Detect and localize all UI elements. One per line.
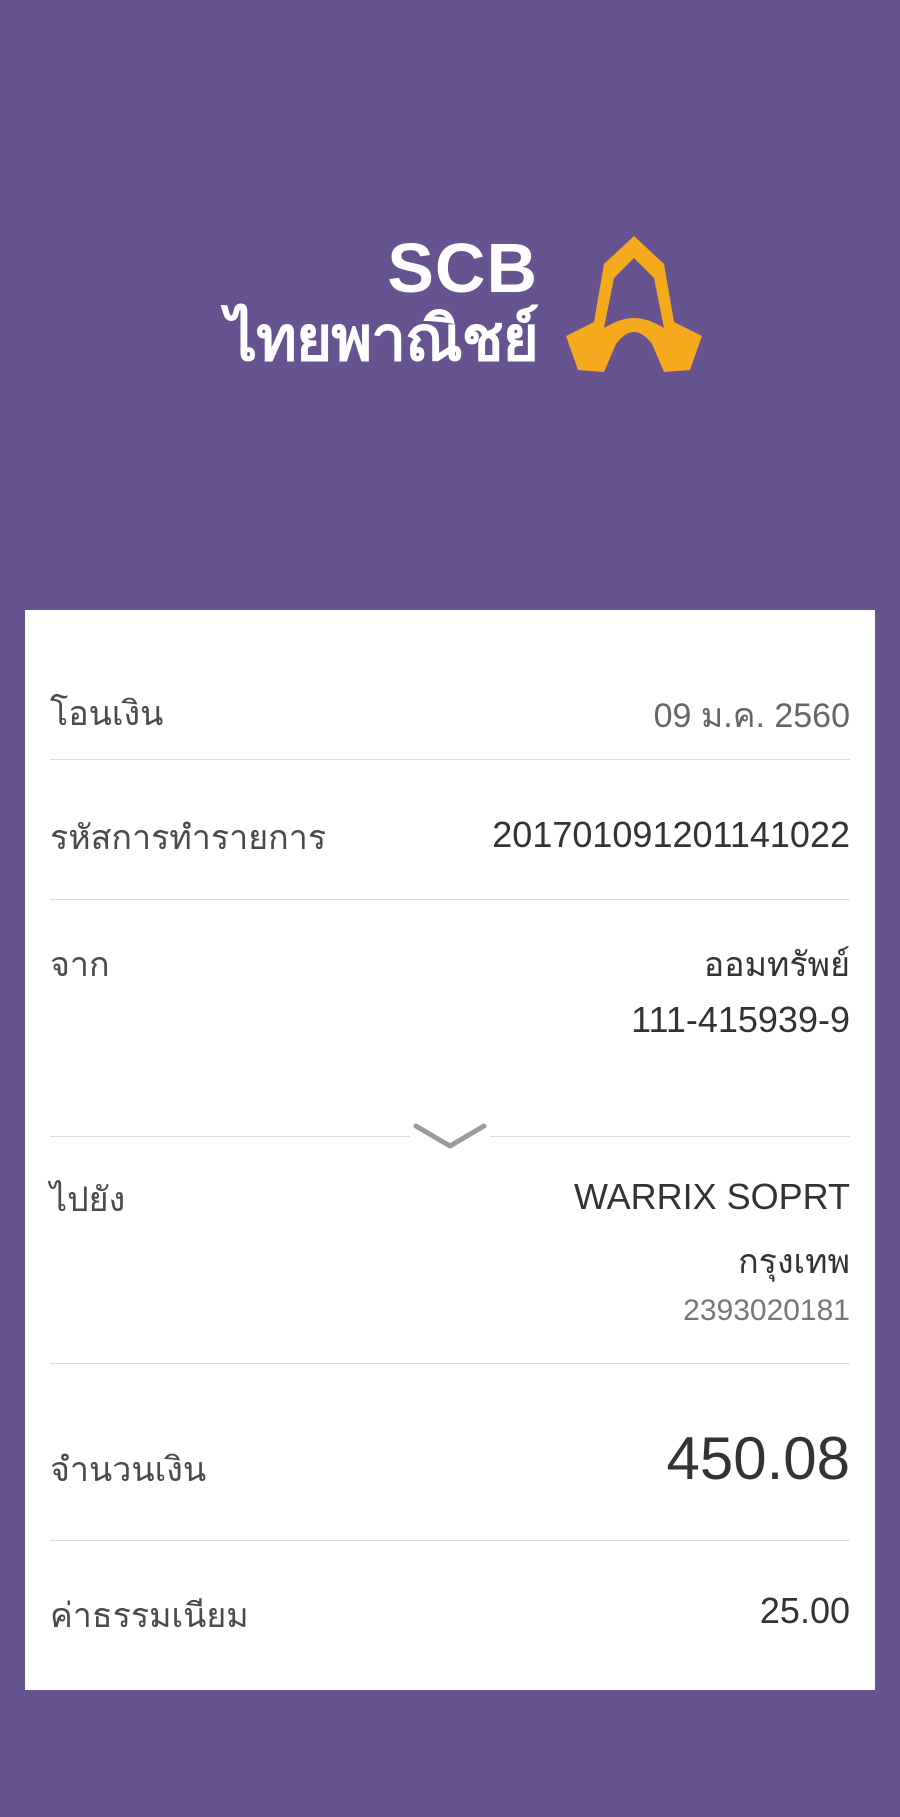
to-label: ไปยัง [50,1180,126,1220]
amount-label: จำนวนเงิน [50,1450,207,1490]
amount-value: 450.08 [666,1425,850,1492]
divider [50,899,850,900]
receipt-card: โอนเงิน 09 ม.ค. 2560 รหัสการทำรายการ 201… [25,610,875,1690]
row-from: จาก ออมทรัพย์ 111-415939-9 [50,935,850,1065]
row-fee: ค่าธรรมเนียม 25.00 [50,1580,850,1640]
divider [50,759,850,760]
scb-emblem-icon [566,236,702,372]
logo-scb: SCB [387,229,538,307]
from-account-type: ออมทรัพย์ [703,945,850,985]
to-bank: กรุงเทพ [738,1242,850,1282]
from-account-number: 111-415939-9 [631,999,850,1040]
row-transaction-type: โอนเงิน 09 ม.ค. 2560 [50,680,850,740]
transaction-type-label: โอนเงิน [50,694,164,734]
row-to: ไปยัง WARRIX SOPRT กรุงเทพ 2393020181 [50,1170,850,1340]
fee-label: ค่าธรรมเนียม [50,1596,249,1636]
fee-value: 25.00 [759,1590,850,1631]
logo-text: SCB ไทยพาณิชย์ [226,229,539,375]
header-logo: SCB ไทยพาณิชย์ [0,0,900,610]
to-account-number: 2393020181 [683,1294,850,1327]
divider [50,1540,850,1541]
row-reference: รหัสการทำรายการ 20170109120114​1022 [50,806,850,866]
chevron-down-icon[interactable] [410,1118,490,1154]
from-label: จาก [50,945,110,985]
reference-value: 20170109120114​1022 [492,814,850,855]
reference-label: รหัสการทำรายการ [50,818,327,858]
logo-thai: ไทยพาณิชย์ [226,302,539,375]
divider [50,1363,850,1364]
transaction-date: 09 ม.ค. 2560 [653,697,850,735]
to-name: WARRIX SOPRT [573,1176,850,1217]
row-amount: จำนวนเงิน 450.08 [50,1420,850,1500]
